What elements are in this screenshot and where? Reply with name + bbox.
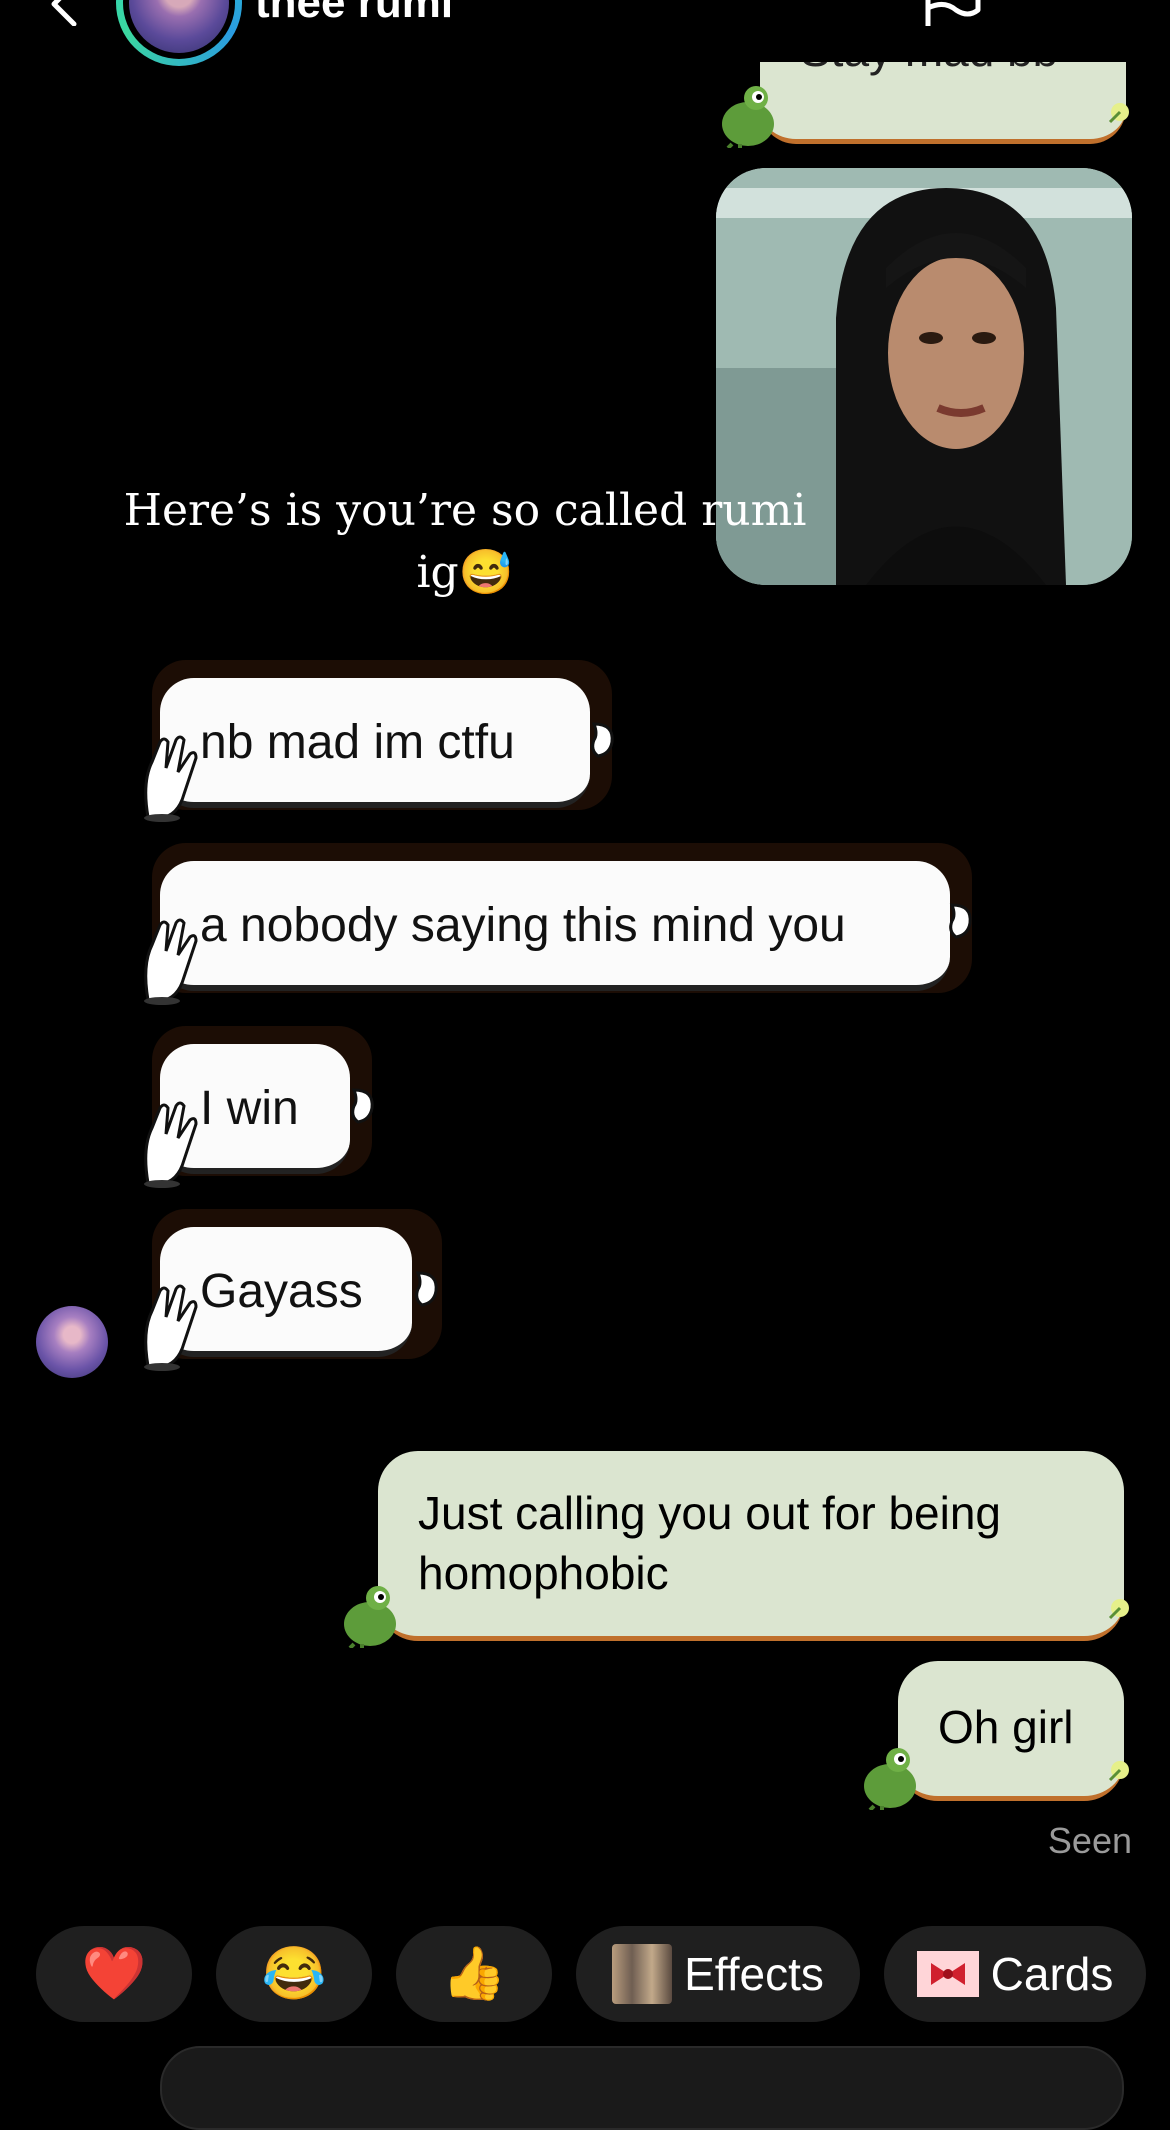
heart-icon: ❤️ [81,1945,147,2003]
received-bubble: a nobody saying this mind you [160,861,950,991]
hand-sticker-icon [144,1284,198,1371]
bubble-tail-icon [1108,103,1129,124]
received-message[interactable]: a nobody saying this mind you [138,843,978,1005]
seen-status: Seen [1047,1820,1132,1861]
message-text: I win [200,1082,299,1135]
ear-sticker-icon [351,1088,374,1124]
received-bubble: nb mad im ctfu [160,678,590,808]
sender-avatar[interactable] [36,1306,108,1378]
message-text: Oh girl [938,1701,1074,1753]
received-message[interactable]: nb mad im ctfu [138,660,618,822]
thumbs-up-icon: 👍 [441,1945,507,2003]
message-text: Gayass [200,1265,363,1318]
ear-sticker-icon [591,722,614,758]
hand-sticker-icon [144,735,198,822]
effects-label: Effects [684,1948,824,2000]
react-heart-button[interactable]: ❤️ [36,1926,192,2022]
ear-sticker-icon [415,1271,438,1307]
message-text: Just calling you out for being homophobi… [418,1487,1002,1599]
effects-button[interactable]: Effects [576,1926,860,2022]
effects-thumbnail-icon [612,1944,673,2004]
message-text: nb mad im ctfu [200,716,515,769]
message-text: Stay mad bb [800,62,1058,80]
contact-name[interactable]: thee rumi [255,0,453,28]
sent-message-bubble[interactable]: Stay mad bb [760,62,1126,144]
sent-message-bubble[interactable]: Oh girl [898,1661,1124,1801]
ear-sticker-icon [949,903,972,939]
bubble-tail-icon [1108,1599,1129,1620]
frog-sticker-icon [722,86,774,148]
more-options-icon[interactable] [1052,0,1118,18]
chat-header: thee rumi [0,0,1170,70]
react-thumbs-up-button[interactable]: 👍 [396,1926,552,2022]
received-message[interactable]: Gayass [138,1209,448,1371]
cards-button[interactable]: Cards [884,1926,1146,2022]
received-message[interactable]: I win [138,1026,378,1188]
sent-message-bubble[interactable]: Just calling you out for being homophobi… [378,1451,1124,1641]
react-laugh-button[interactable]: 😂 [216,1926,372,2022]
message-text: a nobody saying this mind you [200,899,846,952]
frog-sticker-icon [344,1586,396,1648]
hand-sticker-icon [144,918,198,1005]
back-arrow-icon[interactable] [42,0,86,26]
photo-caption: Here’s is you’re so called rumi ig😅 [123,485,807,598]
bubble-tail-icon [1108,1761,1129,1782]
flag-icon[interactable] [922,0,982,26]
frog-sticker-icon [864,1748,916,1810]
cards-label: Cards [990,1948,1114,2000]
laughing-face-icon: 😂 [261,1945,327,2003]
hand-sticker-icon [144,1101,198,1188]
contact-avatar[interactable] [116,0,242,66]
gift-card-icon [916,1951,979,1997]
message-composer[interactable] [160,2046,1124,2130]
